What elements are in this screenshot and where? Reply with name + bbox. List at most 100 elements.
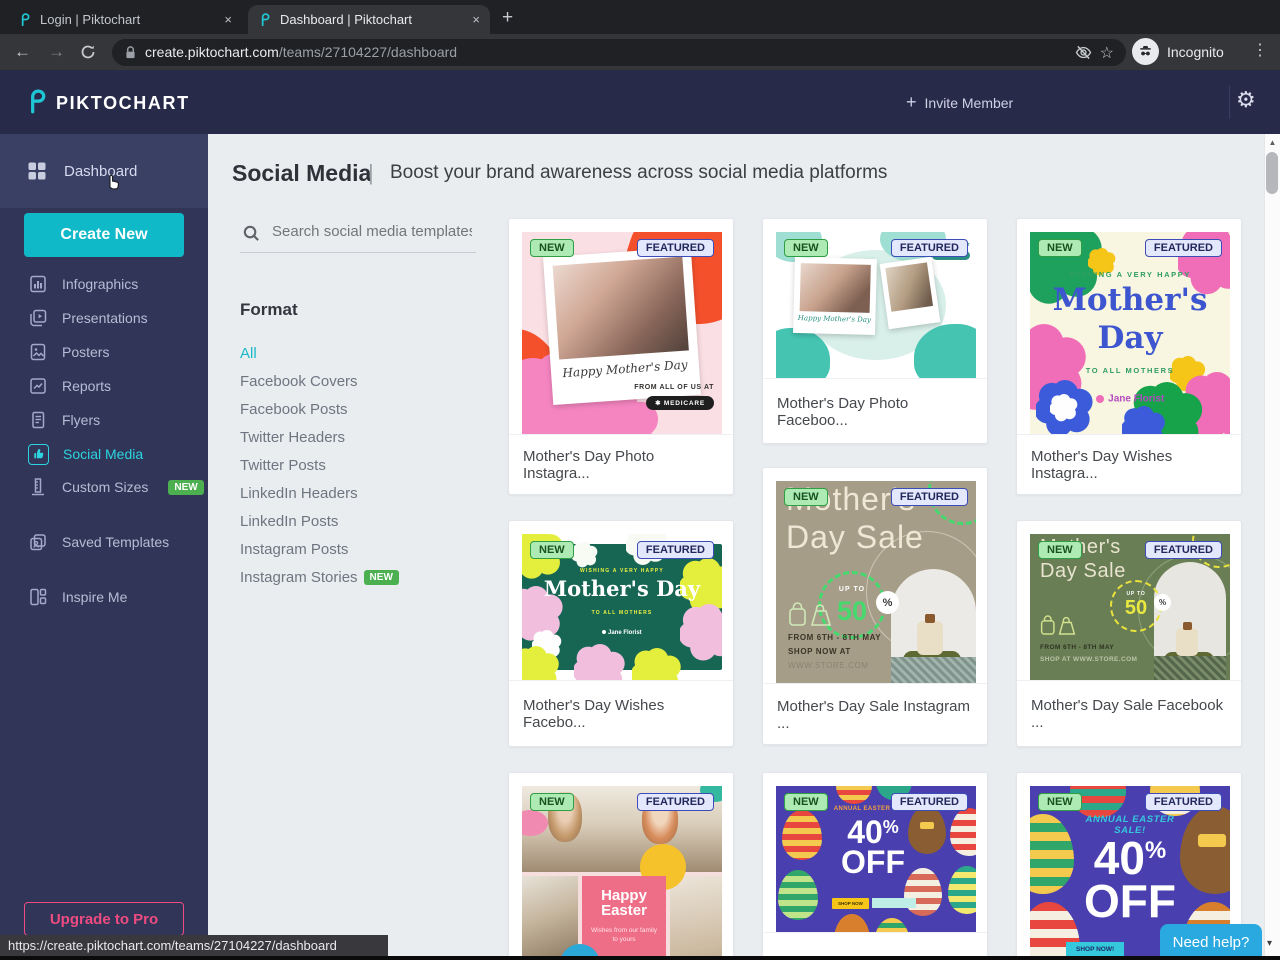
scrollbar-down-icon[interactable]: ▾ (1267, 938, 1272, 949)
sidebar-item-custom-sizes[interactable]: Custom Sizes NEW (0, 472, 208, 502)
format-option-instagram-posts[interactable]: Instagram Posts (240, 541, 348, 558)
format-option-twitter-posts[interactable]: Twitter Posts (240, 457, 326, 474)
featured-badge: FEATURED (1144, 239, 1222, 257)
scrollbar-track[interactable]: ▲ (1264, 134, 1280, 960)
sidebar-item-label: Presentations (62, 310, 148, 326)
photo (885, 262, 934, 312)
art-dot (1095, 394, 1104, 403)
format-option-twitter-headers[interactable]: Twitter Headers (240, 429, 345, 446)
bookmark-star-icon[interactable]: ☆ (1100, 43, 1114, 63)
template-card[interactable]: ANNUAL EASTER SALE! 40% OFF SHOP NOW NEW… (762, 772, 988, 960)
decoration (28, 162, 36, 170)
new-badge: NEW (363, 570, 399, 585)
browser-tab-bar: Login | Piktochart × Dashboard | Piktoch… (0, 0, 1280, 34)
tab-title: Login | Piktochart (40, 12, 141, 27)
sidebar-item-posters[interactable]: Posters (0, 337, 208, 367)
sidebar-item-presentations[interactable]: Presentations (0, 303, 208, 333)
gear-icon[interactable]: ⚙ (1236, 87, 1256, 113)
format-option-facebook-posts[interactable]: Facebook Posts (240, 401, 348, 418)
sidebar-item-label: Custom Sizes (62, 479, 149, 495)
art-text: Mother's Day (543, 576, 701, 601)
art-text: FROM 6TH - 8TH MAY (1040, 644, 1115, 651)
invite-member-button[interactable]: + Invite Member (906, 92, 1013, 113)
tab-dashboard-active[interactable]: Dashboard | Piktochart × (248, 5, 490, 34)
new-tab-button[interactable]: + (502, 8, 513, 27)
saved-templates-icon (30, 534, 46, 551)
photo (799, 263, 871, 313)
back-icon[interactable]: ← (14, 43, 31, 60)
template-thumbnail: Mother's Day Sale UP TO 50 % FROM 6TH - … (1030, 534, 1230, 680)
need-help-button[interactable]: Need help? (1160, 924, 1262, 960)
search-input[interactable] (270, 222, 474, 241)
template-card[interactable]: Happy Easter Wishes from our family to y… (508, 772, 734, 960)
decoration (38, 162, 46, 170)
tab-close-icon[interactable]: × (224, 12, 232, 27)
decoration (1140, 48, 1151, 50)
tab-title: Dashboard | Piktochart (280, 12, 412, 27)
sidebar-item-social-media[interactable]: Social Media (0, 439, 208, 469)
format-option-facebook-covers[interactable]: Facebook Covers (240, 373, 358, 390)
page-subtitle: Boost your brand awareness across social… (390, 162, 888, 183)
template-title-area: Mother's Day Sale Instagram ... (763, 683, 987, 745)
decoration (30, 588, 39, 606)
scrollbar-up-icon[interactable]: ▲ (1265, 138, 1280, 147)
art-product (925, 614, 935, 623)
template-card[interactable]: Mother's Day Sale UP TO 50 % FROM 6TH - … (1016, 520, 1242, 747)
decoration (1040, 620, 1055, 635)
polaroid-photo (879, 256, 941, 330)
art-text: UP TO (838, 586, 866, 593)
new-badge: NEW (530, 793, 574, 811)
forward-icon[interactable]: → (48, 43, 65, 60)
sidebar-item-reports[interactable]: Reports (0, 371, 208, 401)
art-brand: Jane Florist (607, 630, 642, 636)
reload-icon[interactable] (80, 44, 96, 60)
decoration (261, 12, 270, 26)
template-card[interactable]: Mother's Day Sale UP TO 50 % FROM 6TH - … (762, 467, 988, 745)
create-new-button[interactable]: Create New (24, 213, 184, 257)
search-box[interactable] (240, 218, 476, 253)
decoration (34, 541, 39, 546)
scrollbar-thumb[interactable] (1266, 152, 1278, 194)
format-heading: Format (240, 300, 298, 319)
template-title-area: Mother's Day Wishes Instagra... (1017, 434, 1241, 495)
art-caption: Happy Mother's Day (797, 314, 872, 324)
decoration (632, 648, 681, 680)
tab-login[interactable]: Login | Piktochart × (8, 5, 242, 34)
art-text: 40% (828, 812, 918, 848)
decoration (522, 646, 559, 680)
upgrade-to-pro-button[interactable]: Upgrade to Pro (24, 902, 184, 936)
inspire-me-icon (30, 588, 47, 606)
sidebar-item-inspire-me[interactable]: Inspire Me (0, 582, 208, 612)
sidebar-item-infographics[interactable]: Infographics (0, 269, 208, 299)
easter-egg (874, 918, 910, 932)
template-card[interactable]: Happy Mother's Day FROM ALL OF US AT MED… (762, 218, 988, 444)
template-title-area: Mother's Day Photo Instagra... (509, 434, 733, 495)
header-divider (1229, 85, 1230, 119)
decoration (30, 343, 46, 361)
template-card[interactable]: Happy Mother's Day FROM ALL OF US AT ✱ M… (508, 218, 734, 495)
format-option-instagram-stories[interactable]: Instagram Stories NEW (240, 569, 399, 586)
social-media-icon (28, 443, 49, 465)
easter-egg (1030, 814, 1074, 894)
template-card[interactable]: WISHING A VERY HAPPY Mother's Day TO ALL… (1016, 218, 1242, 495)
format-option-all[interactable]: All (240, 345, 257, 362)
need-help-label: Need help? (1172, 933, 1250, 951)
url-bar[interactable]: create.piktochart.com/teams/27104227/das… (112, 39, 1126, 66)
decoration (34, 284, 36, 289)
browser-menu-icon[interactable]: ⋮ (1252, 43, 1268, 59)
bottom-edge (0, 956, 1280, 960)
format-option-linkedin-posts[interactable]: LinkedIn Posts (240, 513, 338, 530)
sidebar-item-flyers[interactable]: Flyers (0, 405, 208, 435)
art-percent-circle: % (876, 591, 899, 614)
reports-icon (30, 378, 46, 394)
art-percent-circle: % (1154, 594, 1171, 611)
sidebar-item-saved-templates[interactable]: Saved Templates (0, 527, 208, 557)
eye-off-icon[interactable] (1075, 45, 1092, 60)
template-card[interactable]: WISHING A VERY HAPPY Mother's Day TO ALL… (508, 520, 734, 747)
sidebar-item-dashboard[interactable]: Dashboard (0, 134, 208, 208)
featured-badge: FEATURED (890, 239, 968, 257)
decoration (815, 604, 825, 611)
format-option-linkedin-headers[interactable]: LinkedIn Headers (240, 485, 358, 502)
new-badge: NEW (784, 793, 828, 811)
tab-close-icon[interactable]: × (472, 12, 480, 27)
